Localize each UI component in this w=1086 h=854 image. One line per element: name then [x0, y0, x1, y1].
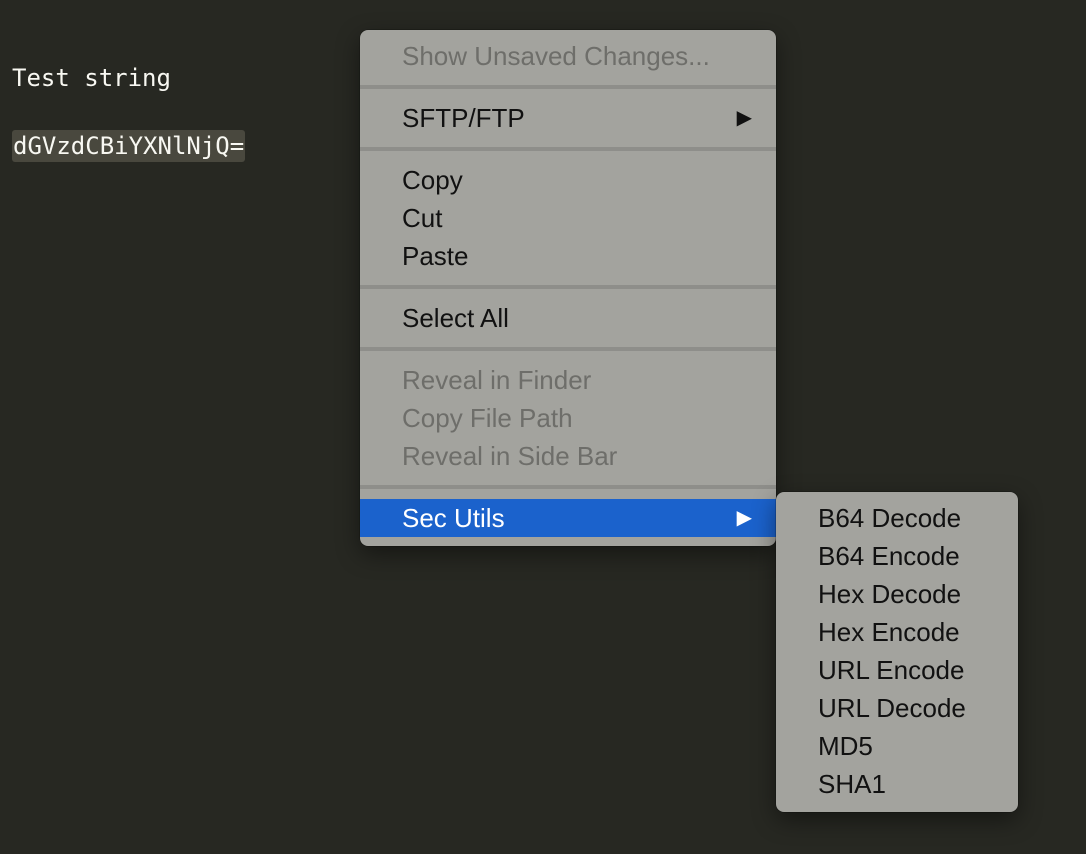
menu-item-sftp-ftp[interactable]: SFTP/FTP ▶ [360, 99, 776, 137]
menu-item-label: SFTP/FTP [402, 103, 525, 133]
context-menu: Show Unsaved Changes... SFTP/FTP ▶ Copy … [360, 30, 776, 546]
menu-item-paste[interactable]: Paste [360, 237, 776, 275]
menu-separator [360, 285, 776, 289]
submenu-item-b64-decode[interactable]: B64 Decode [776, 499, 1018, 537]
menu-separator [360, 347, 776, 351]
submenu-arrow-icon: ▶ [736, 107, 752, 129]
editor-line-2-selected-text[interactable]: dGVzdCBiYXNlNjQ= [12, 130, 246, 162]
menu-item-reveal-in-side-bar[interactable]: Reveal in Side Bar [360, 437, 776, 475]
submenu-item-hex-encode[interactable]: Hex Encode [776, 613, 1018, 651]
menu-separator [360, 147, 776, 151]
menu-item-copy[interactable]: Copy [360, 161, 776, 199]
menu-separator [360, 85, 776, 89]
submenu-item-md5[interactable]: MD5 [776, 727, 1018, 765]
menu-item-cut[interactable]: Cut [360, 199, 776, 237]
menu-item-show-unsaved-changes[interactable]: Show Unsaved Changes... [360, 37, 776, 75]
menu-item-reveal-in-finder[interactable]: Reveal in Finder [360, 361, 776, 399]
menu-item-label: Sec Utils [402, 503, 505, 533]
submenu-item-hex-decode[interactable]: Hex Decode [776, 575, 1018, 613]
submenu-item-url-encode[interactable]: URL Encode [776, 651, 1018, 689]
menu-item-copy-file-path[interactable]: Copy File Path [360, 399, 776, 437]
menu-separator [360, 485, 776, 489]
menu-item-sec-utils[interactable]: Sec Utils ▶ [360, 499, 776, 537]
editor-line-1[interactable]: Test string [12, 62, 171, 94]
menu-item-select-all[interactable]: Select All [360, 299, 776, 337]
submenu-arrow-icon: ▶ [736, 507, 752, 529]
submenu-item-url-decode[interactable]: URL Decode [776, 689, 1018, 727]
submenu-item-sha1[interactable]: SHA1 [776, 765, 1018, 803]
submenu-item-b64-encode[interactable]: B64 Encode [776, 537, 1018, 575]
sec-utils-submenu: B64 Decode B64 Encode Hex Decode Hex Enc… [776, 492, 1018, 812]
